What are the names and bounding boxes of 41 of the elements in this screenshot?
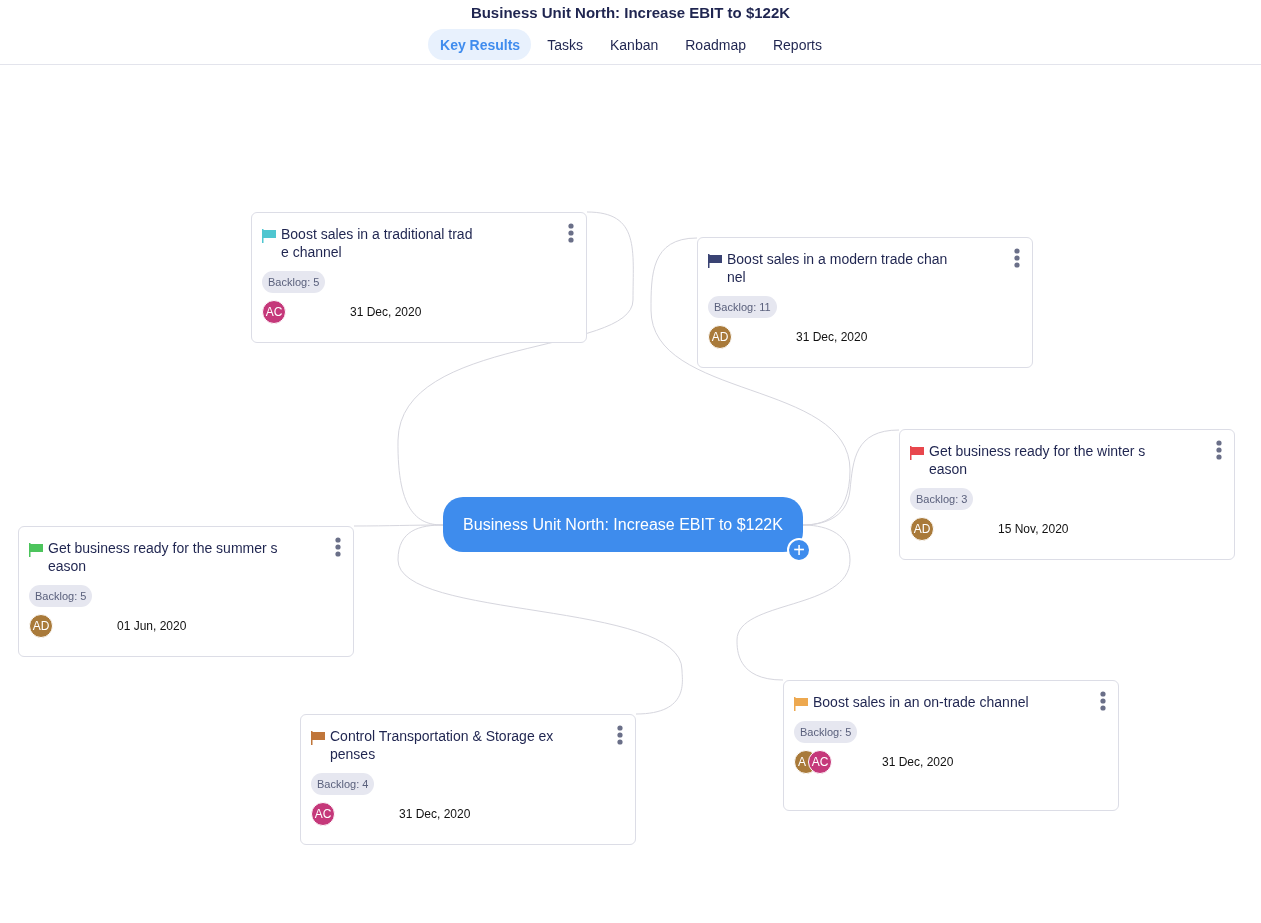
key-result-title: Boost sales in a traditional trade channel [281, 225, 474, 261]
avatar: AD [708, 325, 732, 349]
more-options-icon[interactable] [1014, 248, 1020, 268]
key-result-title: Get business ready for the winter season [929, 442, 1147, 478]
backlog-badge: Backlog: 5 [794, 721, 858, 743]
key-result-card[interactable]: Control Transportation & Storage expenses Backlog: 4 AC 31 Dec, 2020 [300, 714, 636, 845]
more-options-icon[interactable] [1216, 440, 1222, 460]
due-date: 15 Nov, 2020 [998, 522, 1069, 536]
due-date: 31 Dec, 2020 [796, 330, 868, 344]
more-options-icon[interactable] [335, 537, 341, 557]
page-title: Business Unit North: Increase EBIT to $122K [470, 4, 791, 22]
key-result-title: Control Transportation & Storage expenses [330, 727, 554, 763]
key-result-title: Boost sales in an on-trade channel [813, 693, 1030, 711]
key-result-title: Get business ready for the summer season [48, 539, 279, 575]
avatar: AD [910, 517, 934, 541]
due-date: 31 Dec, 2020 [399, 807, 471, 821]
key-result-card[interactable]: Get business ready for the summer season Backlog: 5 AD 01 Jun, 2020 [18, 526, 354, 657]
tab[interactable]: Reports [760, 29, 833, 60]
avatar: AC [311, 802, 335, 826]
tab[interactable]: Roadmap [673, 29, 757, 60]
backlog-badge: Backlog: 4 [311, 773, 375, 795]
due-date: 01 Jun, 2020 [117, 619, 187, 633]
avatar: AC [808, 750, 832, 774]
more-options-icon[interactable] [1100, 691, 1106, 711]
tab[interactable]: Kanban [597, 29, 670, 60]
due-date: 31 Dec, 2020 [882, 755, 954, 769]
key-result-card[interactable]: Boost sales in a modern trade channel Backlog: 11 AD 31 Dec, 2020 [697, 237, 1033, 368]
avatar: AC [262, 300, 286, 324]
more-options-icon[interactable] [568, 223, 574, 243]
backlog-badge: Backlog: 3 [910, 488, 974, 510]
avatar: AD [29, 614, 53, 638]
due-date: 31 Dec, 2020 [350, 305, 422, 319]
key-result-title: Boost sales in a modern trade channel [727, 250, 949, 286]
more-options-icon[interactable] [617, 725, 623, 745]
tab[interactable]: Tasks [535, 29, 594, 60]
backlog-badge: Backlog: 5 [29, 585, 93, 607]
backlog-badge: Backlog: 11 [708, 296, 777, 318]
key-result-card[interactable]: Boost sales in an on-trade channel Backlog: 5 A AC 31 Dec, 2020 [783, 680, 1119, 811]
backlog-badge: Backlog: 5 [262, 271, 326, 293]
key-result-card[interactable]: Get business ready for the winter season Backlog: 3 AD 15 Nov, 2020 [899, 429, 1235, 560]
key-result-card[interactable]: Boost sales in a traditional trade channel Backlog: 5 AC 31 Dec, 2020 [251, 212, 587, 343]
